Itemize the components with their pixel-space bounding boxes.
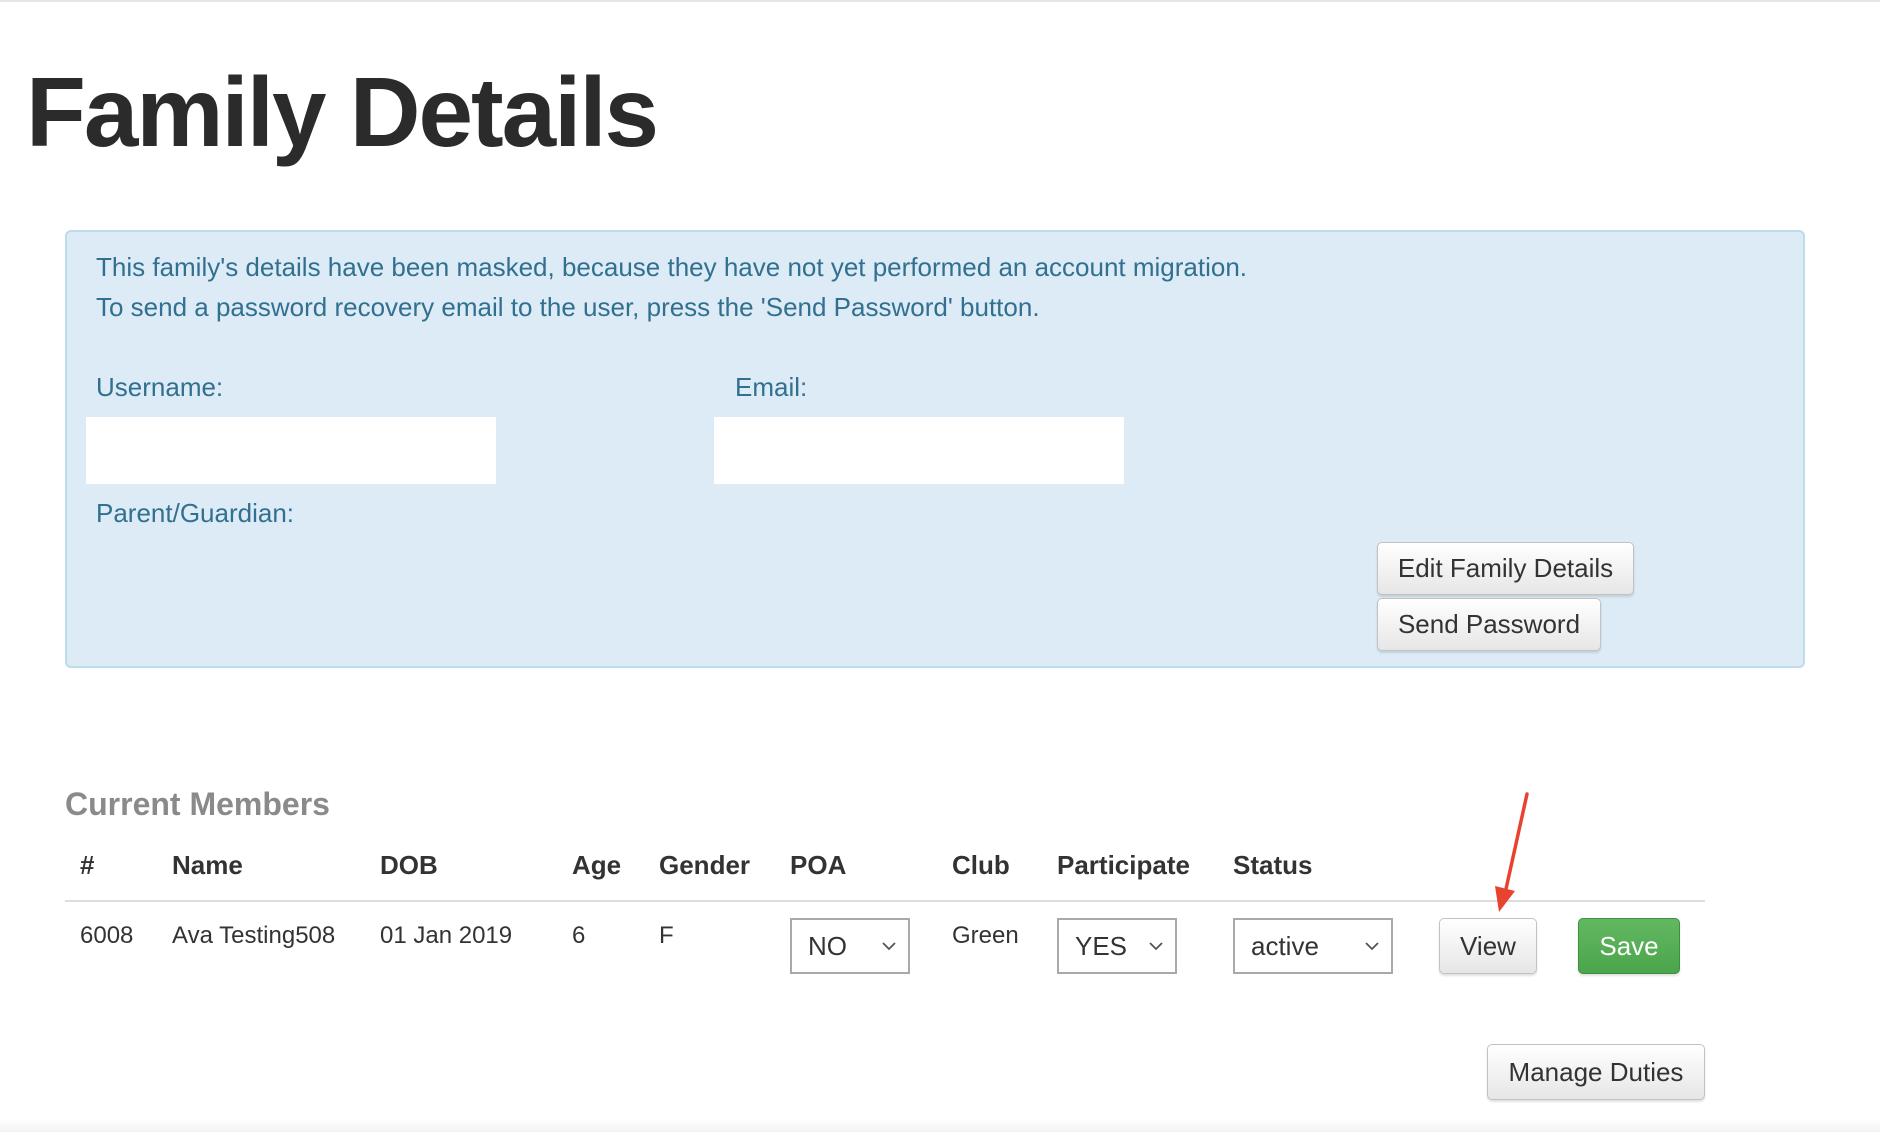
masked-notice-line-1: This family's details have been masked, … (96, 252, 1248, 282)
username-label: Username: (96, 372, 224, 402)
participate-select[interactable]: YES (1057, 918, 1177, 974)
masked-notice-line-2: To send a password recovery email to the… (96, 292, 1040, 322)
column-header-gender: Gender (659, 850, 751, 880)
member-id: 6008 (80, 922, 134, 949)
column-header-dob: DOB (380, 850, 438, 880)
column-header-poa: POA (790, 850, 847, 880)
bottom-shadow (0, 1118, 1880, 1132)
table-header-divider (65, 900, 1705, 902)
page-title: Family Details (26, 57, 659, 167)
chevron-down-icon (882, 942, 896, 951)
column-header-club: Club (952, 850, 1010, 880)
chevron-down-icon (1365, 942, 1379, 951)
column-header-participate: Participate (1057, 850, 1190, 880)
top-border (0, 0, 1880, 2)
member-dob: 01 Jan 2019 (380, 922, 513, 949)
column-header-status: Status (1233, 850, 1313, 880)
poa-select-value: NO (808, 930, 847, 961)
edit-family-details-button[interactable]: Edit Family Details (1377, 542, 1634, 595)
email-label: Email: (735, 372, 808, 402)
view-member-button[interactable]: View (1439, 918, 1537, 974)
member-age: 6 (572, 922, 586, 949)
email-masked-field (714, 417, 1124, 484)
family-info-panel: This family's details have been masked, … (65, 230, 1805, 668)
chevron-down-icon (1149, 942, 1163, 951)
column-header-name: Name (172, 850, 243, 880)
save-member-button[interactable]: Save (1578, 918, 1680, 974)
column-header-number: # (80, 850, 95, 880)
red-arrow-annotation-icon (1495, 792, 1529, 912)
member-gender: F (659, 922, 674, 949)
poa-select[interactable]: NO (790, 918, 910, 974)
current-members-title: Current Members (65, 786, 330, 822)
column-header-age: Age (572, 850, 622, 880)
status-select[interactable]: active (1233, 918, 1393, 974)
username-masked-field (86, 417, 496, 484)
manage-duties-button[interactable]: Manage Duties (1487, 1044, 1705, 1100)
member-club: Green (952, 922, 1019, 949)
send-password-button[interactable]: Send Password (1377, 598, 1601, 651)
member-name: Ava Testing508 (172, 922, 336, 949)
parent-guardian-label: Parent/Guardian: (96, 498, 295, 528)
status-select-value: active (1251, 930, 1319, 961)
participate-select-value: YES (1075, 930, 1128, 961)
